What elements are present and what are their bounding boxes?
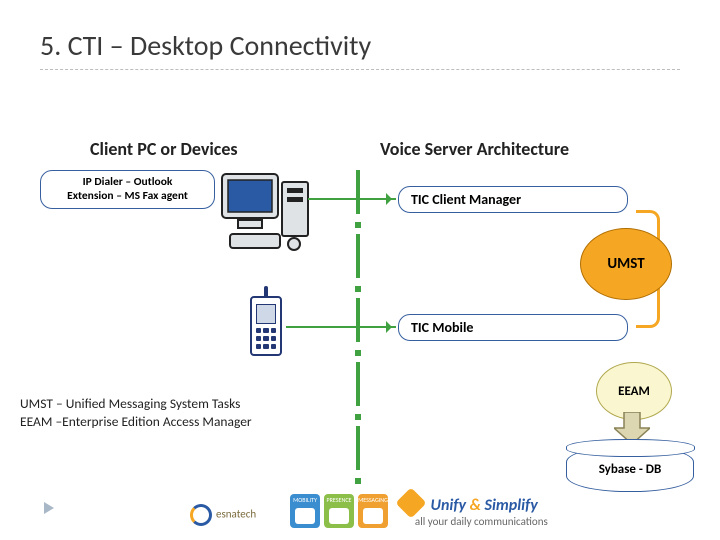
unify-tagline: Unify & Simplify all your daily communic… [400,488,548,528]
ip-dialer-label-line2: Extension – MS Fax agent [49,189,206,203]
glossary-line-umst: UMST – Unified Messaging System Tasks [20,395,252,413]
arrow-pc-to-client-manager [308,198,396,200]
tic-mobile-box: TIC Mobile [398,314,628,341]
sybase-db-label: Sybase - DB [599,462,662,477]
right-column-heading: Voice Server Architecture [380,138,569,160]
umst-node: UMST [580,228,672,300]
mobile-phone-icon [250,296,282,356]
slide-title: 5. CTI – Desktop Connectivity [40,28,680,63]
esnatech-logo: esnatech [190,504,256,526]
mobility-icon: MOBILITY [290,494,320,528]
glossary-block: UMST – Unified Messaging System Tasks EE… [20,395,252,431]
title-divider [40,69,680,70]
esnatech-swirl-icon [190,504,212,526]
ampersand-icon: & [470,496,481,515]
unify-text-left: Unify [431,496,470,515]
footer-triangle-icon [44,502,54,514]
arrow-phone-to-tic-mobile [286,326,396,328]
tic-client-manager-box: TIC Client Manager [398,186,628,213]
presence-icon: PRESENCE [324,494,354,528]
esnatech-text: esnatech [216,508,256,521]
glossary-line-eeam: EEAM –Enterprise Edition Access Manager [20,413,252,431]
footer-feature-icons: MOBILITY PRESENCE MESSAGING [290,494,388,528]
unify-subtext: all your daily communications [415,515,548,528]
center-divider [356,170,358,490]
title-area: 5. CTI – Desktop Connectivity [0,0,720,78]
slide-footer: esnatech MOBILITY PRESENCE MESSAGING Uni… [0,484,720,532]
ip-dialer-label-box: IP Dialer – Outlook Extension – MS Fax a… [40,170,215,209]
left-column-heading: Client PC or Devices [90,138,238,160]
ip-dialer-label-line1: IP Dialer – Outlook [49,175,206,189]
unify-text-right: Simplify [481,496,538,515]
messaging-icon: MESSAGING [358,494,388,528]
desktop-pc-icon [220,172,310,252]
star-icon [395,487,426,518]
